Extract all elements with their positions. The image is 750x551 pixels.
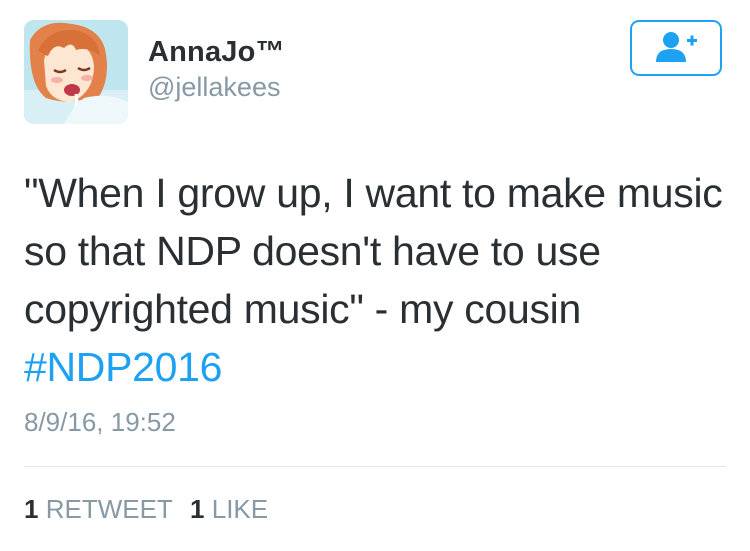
likes-stat[interactable]: 1 LIKE bbox=[190, 494, 268, 524]
follow-user-icon bbox=[656, 32, 697, 62]
tweet-timestamp[interactable]: 8/9/16, 19:52 bbox=[24, 407, 176, 438]
retweets-label: RETWEET bbox=[45, 494, 173, 524]
display-name[interactable]: AnnaJo™ bbox=[148, 36, 285, 69]
retweets-stat[interactable]: 1 RETWEET bbox=[24, 494, 173, 524]
tweet-text: "When I grow up, I want to make music so… bbox=[24, 164, 724, 396]
user-handle[interactable]: @jellakees bbox=[148, 72, 280, 103]
follow-button[interactable] bbox=[630, 20, 722, 76]
retweets-count: 1 bbox=[24, 494, 39, 524]
likes-count: 1 bbox=[190, 494, 205, 524]
tweet-text-line: so that NDP doesn't have to use bbox=[24, 228, 601, 274]
anime-avatar-icon bbox=[24, 20, 128, 124]
hashtag-link[interactable]: #NDP2016 bbox=[24, 338, 724, 396]
tweet-text-line: "When I grow up, I want to make music bbox=[24, 170, 723, 216]
likes-label: LIKE bbox=[211, 494, 269, 524]
avatar[interactable] bbox=[24, 20, 128, 124]
tweet-text-line: copyrighted music" - my cousin bbox=[24, 286, 581, 332]
tweet-stats: 1 RETWEET 1 LIKE bbox=[24, 494, 278, 525]
tweet-card: AnnaJo™ @jellakees "When I grow up, I wa… bbox=[0, 0, 750, 551]
divider bbox=[24, 466, 726, 467]
